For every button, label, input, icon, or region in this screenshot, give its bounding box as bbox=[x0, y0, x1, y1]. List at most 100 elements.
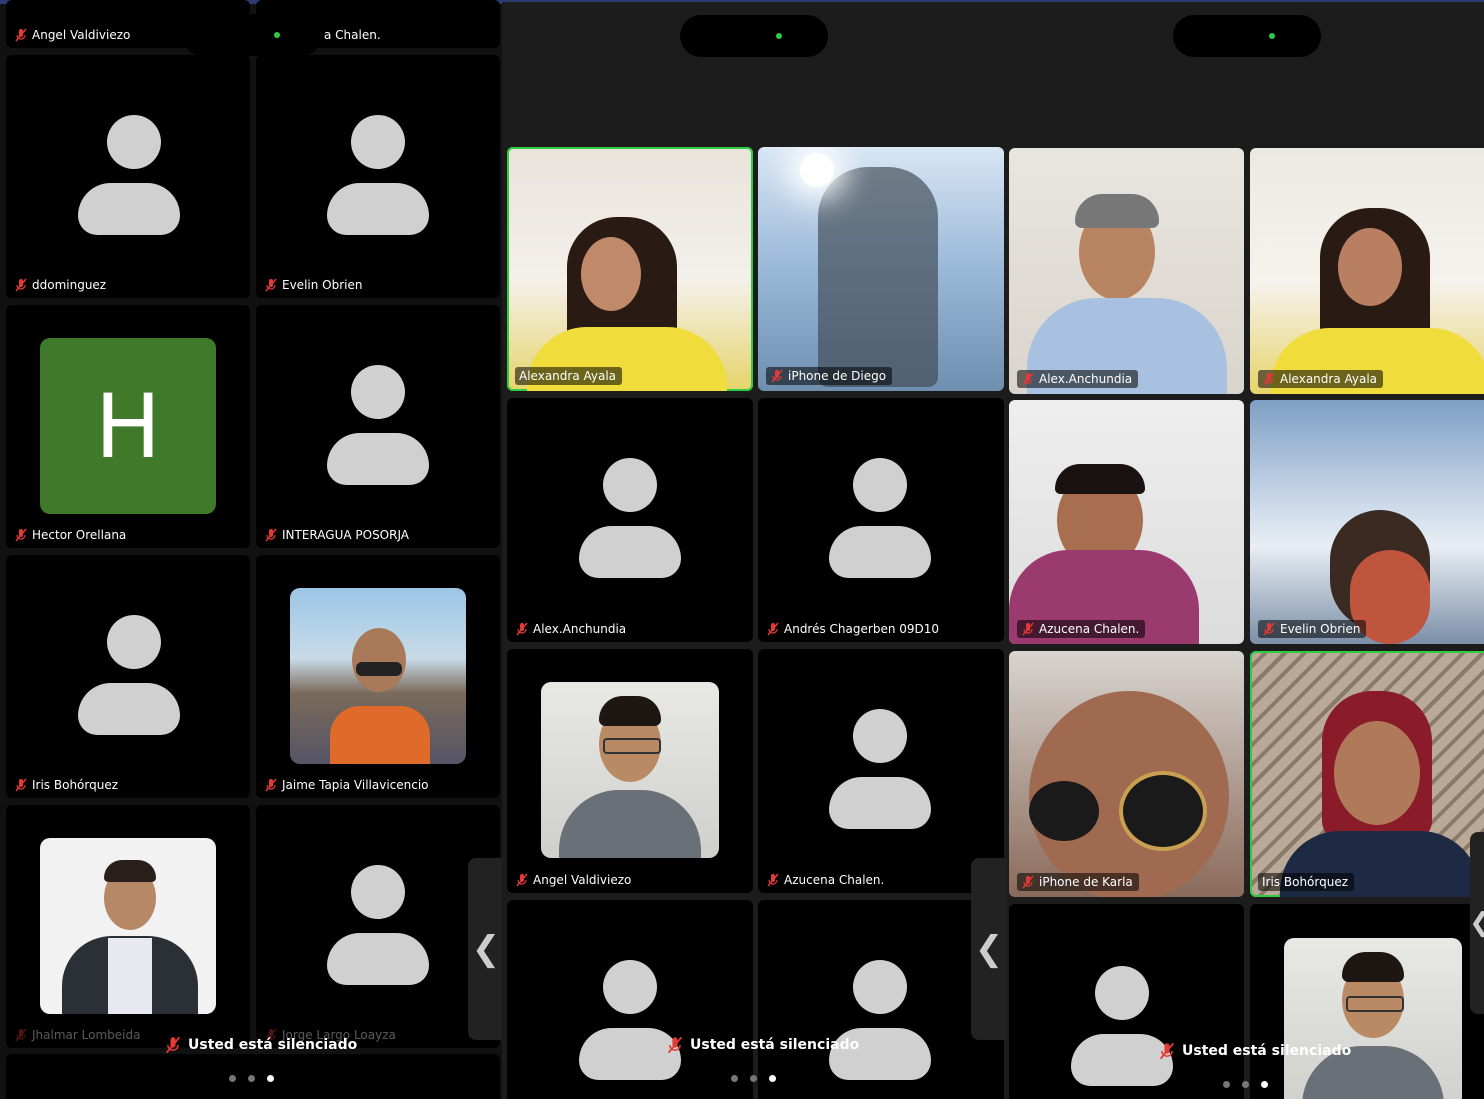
participant-tile[interactable] bbox=[507, 900, 753, 1099]
person-icon bbox=[603, 960, 657, 1014]
profile-photo bbox=[541, 682, 719, 858]
participant-name: Azucena Chalen. bbox=[766, 873, 884, 887]
video-feed bbox=[818, 167, 938, 387]
page-dot-active[interactable] bbox=[1261, 1081, 1268, 1088]
participant-name: Jhalmar Lombeida bbox=[14, 1028, 140, 1042]
page-dot[interactable] bbox=[731, 1075, 738, 1082]
participant-tile[interactable]: INTERAGUA POSORJA bbox=[256, 305, 500, 548]
panel-gallery-2: Alexandra Ayala iPhone de Diego Alex.Anc… bbox=[502, 0, 1008, 1099]
participant-name: Iris Bohórquez bbox=[1258, 873, 1355, 891]
participant-name: Evelin Obrien bbox=[1258, 620, 1367, 638]
participant-name: Alex.Anchundia bbox=[515, 622, 626, 636]
profile-photo bbox=[290, 588, 466, 764]
participant-tile[interactable]: Alex.Anchundia bbox=[507, 398, 753, 642]
muted-banner: Usted está silenciado bbox=[164, 1036, 357, 1054]
dynamic-island bbox=[1173, 15, 1321, 57]
participant-tile[interactable] bbox=[1009, 904, 1244, 1099]
participant-tile[interactable]: Jhalmar Lombeida bbox=[6, 805, 250, 1048]
participant-tile[interactable] bbox=[758, 900, 1004, 1099]
person-icon bbox=[351, 865, 405, 919]
muted-banner: Usted está silenciado bbox=[1158, 1042, 1351, 1060]
participant-tile[interactable]: Jaime Tapia Villavicencio bbox=[256, 555, 500, 798]
mic-muted-icon bbox=[165, 1036, 181, 1054]
page-dot[interactable] bbox=[248, 1075, 255, 1082]
mic-muted-icon bbox=[265, 528, 277, 542]
participant-tile[interactable]: Iris Bohórquez bbox=[6, 555, 250, 798]
page-dot[interactable] bbox=[229, 1075, 236, 1082]
participant-tile[interactable]: Alexandra Ayala bbox=[1250, 148, 1484, 394]
mic-muted-icon bbox=[15, 778, 27, 792]
participant-name: a Chalen. bbox=[324, 28, 381, 42]
page-dot-active[interactable] bbox=[267, 1075, 274, 1082]
participant-tile[interactable] bbox=[1250, 904, 1484, 1099]
mic-muted-icon bbox=[516, 622, 528, 636]
page-dot[interactable] bbox=[1242, 1081, 1249, 1088]
mic-muted-icon bbox=[516, 873, 528, 887]
mic-muted-icon bbox=[265, 778, 277, 792]
page-dot[interactable] bbox=[1223, 1081, 1230, 1088]
participant-name: Angel Valdiviezo bbox=[515, 873, 631, 887]
participant-tile[interactable]: Jorge Largo Loayza bbox=[256, 805, 500, 1048]
participant-name: Iris Bohórquez bbox=[14, 778, 118, 792]
dynamic-island bbox=[182, 14, 322, 56]
participant-tile[interactable]: ddominguez bbox=[6, 55, 250, 298]
person-icon bbox=[107, 115, 161, 169]
page-dot-active[interactable] bbox=[769, 1075, 776, 1082]
mic-muted-icon bbox=[1263, 372, 1275, 386]
participant-tile[interactable]: Iris Bohórquez bbox=[1250, 651, 1484, 897]
participant-name: Alexandra Ayala bbox=[1258, 370, 1384, 388]
person-icon bbox=[853, 458, 907, 512]
participant-name: Azucena Chalen. bbox=[1017, 620, 1146, 638]
mic-muted-icon bbox=[767, 873, 779, 887]
participant-name: ddominguez bbox=[14, 278, 106, 292]
scroll-left-button[interactable]: ❮ bbox=[971, 858, 1007, 1040]
person-icon bbox=[351, 115, 405, 169]
profile-photo bbox=[40, 838, 216, 1014]
participant-name: iPhone de Diego bbox=[766, 367, 893, 385]
participant-name: INTERAGUA POSORJA bbox=[264, 528, 409, 542]
participant-tile[interactable]: iPhone de Diego bbox=[758, 147, 1004, 391]
participant-name: iPhone de Karla bbox=[1017, 873, 1139, 891]
panel-gallery-3: Alex.Anchundia Alexandra Ayala Azucena C… bbox=[1008, 0, 1484, 1099]
participant-tile[interactable]: Evelin Obrien bbox=[256, 55, 500, 298]
scroll-left-button[interactable]: ❮ bbox=[1469, 832, 1484, 1014]
page-indicator[interactable] bbox=[1223, 1081, 1268, 1088]
participant-tile[interactable]: H Hector Orellana bbox=[6, 305, 250, 548]
person-icon bbox=[603, 458, 657, 512]
top-accent-bar bbox=[1008, 0, 1484, 2]
participant-tile[interactable]: Alexandra Ayala bbox=[507, 147, 753, 391]
mic-muted-icon bbox=[1022, 372, 1034, 386]
mic-muted-icon bbox=[15, 278, 27, 292]
participant-tile[interactable]: Azucena Chalen. bbox=[1009, 400, 1244, 644]
dynamic-island bbox=[680, 15, 828, 57]
mic-muted-icon bbox=[667, 1036, 683, 1054]
page-indicator[interactable] bbox=[731, 1075, 776, 1082]
participant-name: Jaime Tapia Villavicencio bbox=[264, 778, 429, 792]
mic-muted-icon bbox=[1022, 622, 1034, 636]
top-accent-bar bbox=[502, 0, 1008, 2]
page-indicator[interactable] bbox=[229, 1075, 274, 1082]
chevron-left-icon: ❮ bbox=[974, 929, 1004, 969]
participant-name: Hector Orellana bbox=[14, 528, 126, 542]
mic-muted-icon bbox=[767, 622, 779, 636]
chevron-left-icon: ❮ bbox=[471, 929, 501, 969]
mic-muted-icon bbox=[15, 528, 27, 542]
person-icon bbox=[351, 365, 405, 419]
mic-muted-icon bbox=[771, 369, 783, 383]
chevron-left-icon: ❮ bbox=[1469, 908, 1484, 938]
participant-tile[interactable]: Evelin Obrien bbox=[1250, 400, 1484, 644]
participant-tile[interactable]: Angel Valdiviezo bbox=[507, 649, 753, 893]
person-icon bbox=[107, 615, 161, 669]
panel-gallery-1: Angel Valdiviezo a Chalen. ddominguez Ev… bbox=[0, 0, 502, 1099]
person-icon bbox=[853, 709, 907, 763]
participant-tile[interactable]: Alex.Anchundia bbox=[1009, 148, 1244, 394]
mic-muted-icon bbox=[15, 1028, 27, 1042]
scroll-left-button[interactable]: ❮ bbox=[468, 858, 502, 1040]
participant-tile[interactable]: Azucena Chalen. bbox=[758, 649, 1004, 893]
muted-banner: Usted está silenciado bbox=[666, 1036, 859, 1054]
person-icon bbox=[1095, 966, 1149, 1020]
page-dot[interactable] bbox=[750, 1075, 757, 1082]
participant-tile[interactable]: Andrés Chagerben 09D10 bbox=[758, 398, 1004, 642]
participant-tile[interactable]: iPhone de Karla bbox=[1009, 651, 1244, 897]
mic-muted-icon bbox=[1263, 622, 1275, 636]
